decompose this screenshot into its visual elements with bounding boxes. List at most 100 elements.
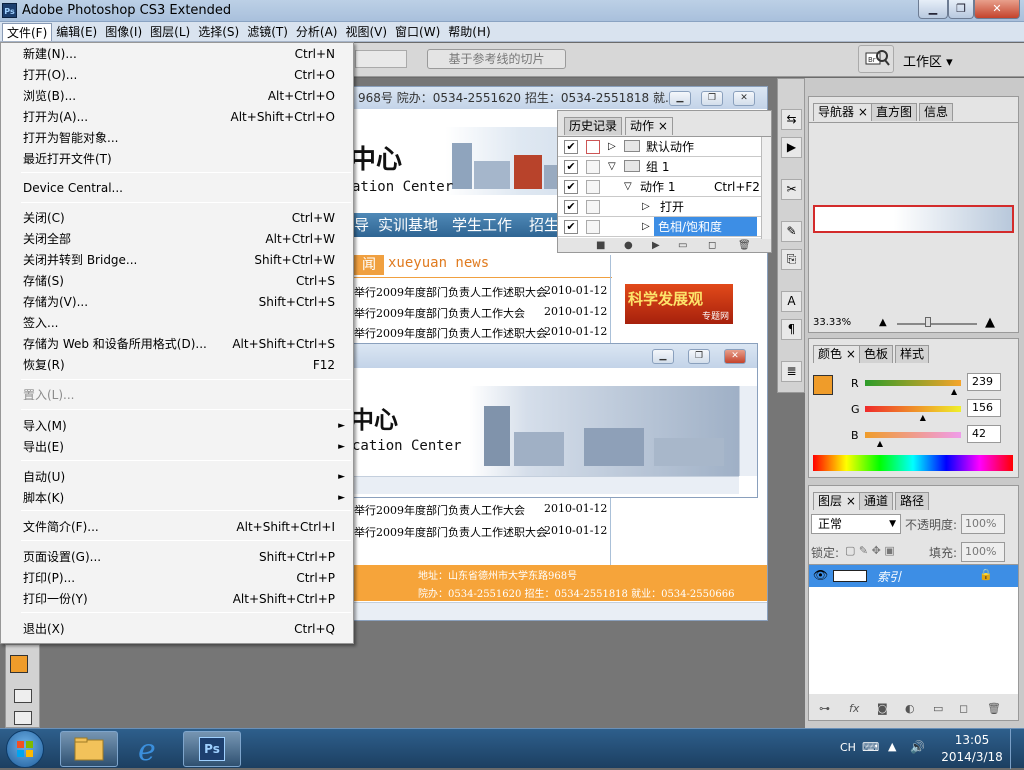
menu-help[interactable]: 帮助(H): [444, 23, 494, 41]
character-panel-icon[interactable]: A: [781, 291, 802, 312]
slider-green-handle[interactable]: ▲: [920, 413, 926, 422]
document-window-2[interactable]: ▁ ❐ ✕ 30 35 40 45 50 55 60 65 中心 cation …: [353, 343, 758, 498]
dialog-toggle[interactable]: [586, 140, 600, 154]
tab-swatches[interactable]: 色板: [859, 345, 894, 363]
file-menu-item[interactable]: 自动(U) ►: [1, 467, 353, 488]
file-menu-item[interactable]: 打印(P)... Ctrl+P: [1, 568, 353, 589]
news-item[interactable]: 举行2009年度部门负责人工作述职大会 2010-01-12: [354, 524, 612, 540]
menu-filter[interactable]: 滤镜(T): [243, 23, 292, 41]
blend-mode-select[interactable]: 正常 ▼: [811, 514, 901, 534]
new-set-icon[interactable]: ▭: [678, 238, 687, 253]
layer-row-selected[interactable]: 👁 索引 🔒: [809, 565, 1018, 587]
language-indicator[interactable]: CH: [840, 741, 856, 754]
collapse-icon[interactable]: ▽: [624, 177, 632, 197]
foreground-color-tool[interactable]: [10, 655, 28, 673]
file-menu-item[interactable]: 关闭并转到 Bridge... Shift+Ctrl+W: [1, 250, 353, 271]
zoom-slider[interactable]: [897, 323, 977, 325]
tray-arrow-icon[interactable]: ▲: [888, 740, 896, 753]
link-layers-icon[interactable]: ⊶: [819, 698, 830, 720]
collapse-icon[interactable]: ▽: [608, 157, 616, 177]
blue-value-input[interactable]: 42: [967, 425, 1001, 443]
action-row[interactable]: ✔ ▷ 默认动作: [558, 137, 763, 157]
slider-red-handle[interactable]: ▲: [951, 387, 957, 396]
news-item[interactable]: 举行2009年度部门负责人工作大会 2010-01-12: [354, 502, 612, 518]
doc1-restore-button[interactable]: ❐: [701, 91, 723, 106]
file-menu-item[interactable]: 导入(M) ►: [1, 416, 353, 437]
expand-icon[interactable]: ▷: [642, 217, 650, 237]
opacity-input[interactable]: 100%: [961, 514, 1005, 534]
dialog-toggle[interactable]: [586, 200, 600, 214]
action-toggle-checkbox[interactable]: ✔: [564, 180, 578, 194]
play-icon[interactable]: ▶: [652, 238, 660, 253]
menu-analysis[interactable]: 分析(A): [292, 23, 342, 41]
tab-styles[interactable]: 样式: [895, 345, 930, 363]
screen-mode-icon[interactable]: [14, 711, 32, 725]
file-menu-item[interactable]: 脚本(K) ►: [1, 488, 353, 509]
expand-icon[interactable]: ▷: [642, 197, 650, 217]
nav-item[interactable]: 学生工作: [452, 213, 512, 237]
file-menu-item[interactable]: 存储(S) Ctrl+S: [1, 271, 353, 292]
menu-window[interactable]: 窗口(W): [391, 23, 444, 41]
action-toggle-checkbox[interactable]: ✔: [564, 160, 578, 174]
action-row[interactable]: ✔ ▽ 动作 1 Ctrl+F2: [558, 177, 763, 197]
clock-date[interactable]: 2014/3/18: [940, 750, 1004, 764]
dialog-toggle[interactable]: [586, 220, 600, 234]
record-icon[interactable]: ●: [624, 238, 633, 253]
delete-layer-icon[interactable]: 🗑: [987, 698, 1001, 720]
file-menu-item[interactable]: 打开为(A)... Alt+Shift+Ctrl+O: [1, 107, 353, 128]
menu-view[interactable]: 视图(V): [341, 23, 391, 41]
science-development-banner[interactable]: 科学发展观 专题网: [625, 284, 733, 324]
navigator-view-box[interactable]: [813, 205, 1014, 233]
doc2-close-button[interactable]: ✕: [724, 349, 746, 364]
file-menu-item[interactable]: 关闭(C) Ctrl+W: [1, 208, 353, 229]
tab-paths[interactable]: 路径: [895, 492, 930, 510]
start-button[interactable]: [6, 730, 44, 768]
file-menu-item[interactable]: 存储为(V)... Shift+Ctrl+S: [1, 292, 353, 313]
taskbar-explorer-icon[interactable]: [60, 731, 118, 767]
news-item[interactable]: 举行2009年度部门负责人工作大会 2010-01-12: [354, 305, 612, 321]
options-field[interactable]: [355, 50, 407, 68]
file-menu-item[interactable]: 打印一份(Y) Alt+Shift+Ctrl+P: [1, 589, 353, 610]
file-menu-item[interactable]: 打开为智能对象...: [1, 128, 353, 149]
tab-history[interactable]: 历史记录: [564, 117, 623, 135]
tool-presets-icon[interactable]: ✂: [781, 179, 802, 200]
clone-source-icon[interactable]: ⎘: [781, 249, 802, 270]
slider-green[interactable]: [865, 406, 961, 412]
tab-info[interactable]: 信息: [919, 103, 954, 121]
adjustment-layer-icon[interactable]: ◐: [905, 698, 915, 720]
file-menu-item[interactable]: 导出(E) ►: [1, 437, 353, 458]
taskbar-ie-icon[interactable]: e: [122, 731, 180, 768]
tab-actions[interactable]: 动作 ×: [625, 117, 673, 135]
taskbar-photoshop-icon[interactable]: Ps: [183, 731, 241, 767]
restore-button[interactable]: ❐: [948, 0, 974, 19]
history-panel-icon[interactable]: ⇆: [781, 109, 802, 130]
menu-image[interactable]: 图像(I): [101, 23, 146, 41]
actions-scrollbar[interactable]: [761, 137, 771, 239]
workspace-menu[interactable]: 工作区 ▾: [903, 51, 953, 70]
green-value-input[interactable]: 156: [967, 399, 1001, 417]
fill-input[interactable]: 100%: [961, 542, 1005, 562]
bridge-icon[interactable]: Br: [858, 45, 894, 73]
tab-color[interactable]: 颜色 ×: [813, 345, 861, 363]
new-group-icon[interactable]: ▭: [933, 698, 943, 720]
doc2-vertical-scrollbar[interactable]: [739, 386, 757, 476]
file-menu-item[interactable]: 退出(X) Ctrl+Q: [1, 619, 353, 640]
file-menu-item[interactable]: 恢复(R) F12: [1, 355, 353, 376]
color-ramp[interactable]: [813, 455, 1013, 471]
file-menu-item[interactable]: 打开(O)... Ctrl+O: [1, 65, 353, 86]
file-menu-item[interactable]: 最近打开文件(T): [1, 149, 353, 170]
layer-comps-icon[interactable]: ≣: [781, 361, 802, 382]
keyboard-icon[interactable]: ⌨: [862, 740, 879, 754]
clock-time[interactable]: 13:05: [952, 733, 992, 747]
doc2-minimize-button[interactable]: ▁: [652, 349, 674, 364]
foreground-color-swatch[interactable]: [813, 375, 833, 395]
dialog-toggle[interactable]: [586, 160, 600, 174]
stop-icon[interactable]: ■: [596, 238, 605, 253]
tab-channels[interactable]: 通道: [859, 492, 894, 510]
zoom-in-icon[interactable]: ▲: [985, 315, 995, 330]
doc1-horizontal-scrollbar[interactable]: [354, 602, 767, 620]
nav-item[interactable]: 导: [354, 213, 369, 237]
file-menu-item[interactable]: Device Central...: [1, 178, 353, 199]
layer-name[interactable]: 索引: [877, 568, 901, 585]
volume-icon[interactable]: 🔊: [910, 740, 925, 754]
